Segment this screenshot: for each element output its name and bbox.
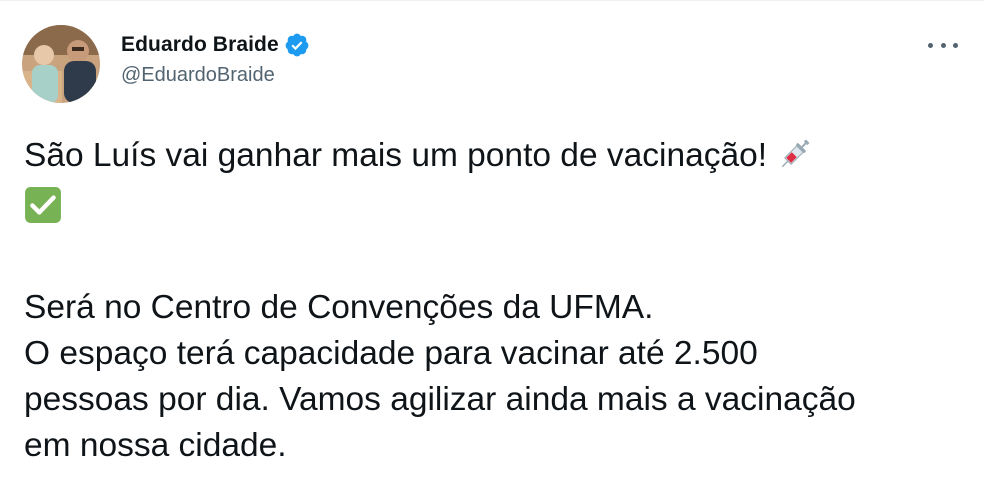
tweet-line: Será no Centro de Convenções da UFMA. xyxy=(24,289,654,326)
check-mark-button-icon xyxy=(24,186,62,237)
dot-icon xyxy=(928,42,933,48)
more-options-icon[interactable] xyxy=(928,35,958,55)
tweet-line: pessoas por dia. Vamos agilizar ainda ma… xyxy=(24,381,856,418)
author-name-row: Eduardo Braide xyxy=(121,30,310,60)
syringe-icon xyxy=(777,136,813,185)
dot-icon xyxy=(953,42,958,48)
tweet-line: O espaço terá capacidade para vacinar at… xyxy=(24,335,758,372)
tweet-line xyxy=(24,185,964,237)
author-display-name[interactable]: Eduardo Braide xyxy=(121,33,279,57)
tweet-line: São Luís vai ganhar mais um ponto de vac… xyxy=(24,133,964,185)
tweet-text: São Luís vai ganhar mais um ponto de vac… xyxy=(24,133,964,469)
tweet-author: Eduardo Braide @EduardoBraide xyxy=(121,30,310,87)
tweet-text-line-1: São Luís vai ganhar mais um ponto de vac… xyxy=(24,137,768,174)
verified-badge-icon xyxy=(284,32,310,58)
paragraph-break xyxy=(24,237,964,285)
dot-icon xyxy=(940,42,946,48)
profile-photo-avatar[interactable] xyxy=(22,25,100,103)
tweet-card: Eduardo Braide @EduardoBraide São Luís v… xyxy=(0,0,984,484)
tweet-line: em nossa cidade. xyxy=(24,427,287,464)
author-handle[interactable]: @EduardoBraide xyxy=(121,64,310,87)
